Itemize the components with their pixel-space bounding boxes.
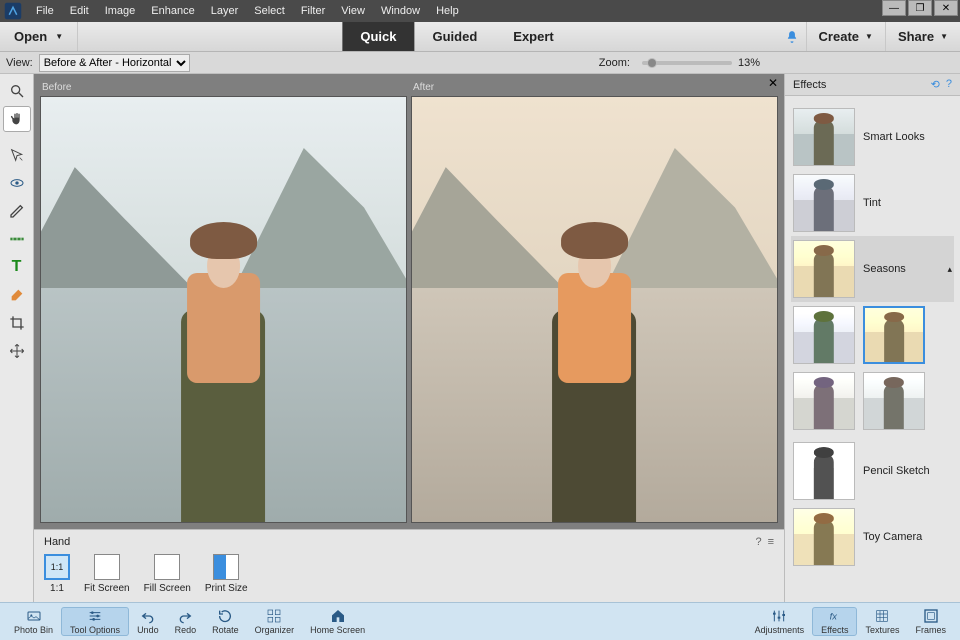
view-mode-select[interactable]: Before & After - Horizontal [39, 54, 190, 72]
fx-smart-looks[interactable]: Smart Looks [791, 104, 954, 170]
window-maximize-button[interactable]: ❐ [908, 0, 932, 16]
bb-photo-bin[interactable]: Photo Bin [6, 608, 61, 635]
menu-filter[interactable]: Filter [293, 5, 333, 17]
menu-bar: File Edit Image Enhance Layer Select Fil… [0, 0, 960, 22]
season-variant-1[interactable] [793, 306, 855, 364]
menu-edit[interactable]: Edit [62, 5, 97, 17]
share-label: Share [898, 29, 934, 44]
menu-help[interactable]: Help [428, 5, 467, 17]
menu-layer[interactable]: Layer [203, 5, 247, 17]
tab-guided[interactable]: Guided [415, 22, 496, 51]
bb-adjustments[interactable]: Adjustments [747, 608, 813, 635]
chevron-up-icon: ▴ [947, 264, 952, 275]
zoom-group: Zoom: 13% [599, 57, 760, 69]
opt-fit-screen[interactable]: Fit Screen [84, 554, 130, 594]
spot-heal-tool[interactable] [3, 282, 31, 308]
bb-textures[interactable]: Textures [857, 608, 907, 635]
fx-pencil-sketch[interactable]: Pencil Sketch [791, 438, 954, 504]
menu-select[interactable]: Select [246, 5, 293, 17]
main-area: T ✕ Before After [0, 74, 960, 602]
window-controls: — ❐ ✕ [882, 0, 958, 16]
bb-effects[interactable]: fxEffects [812, 607, 857, 636]
zoom-slider[interactable] [642, 61, 732, 65]
tab-quick[interactable]: Quick [342, 22, 414, 51]
effects-title: Effects [793, 79, 826, 91]
svg-text:fx: fx [829, 611, 837, 621]
opt-print-size[interactable]: Print Size [205, 554, 248, 594]
open-button[interactable]: Open ▼ [0, 22, 78, 51]
after-panel: After [411, 80, 778, 523]
fx-tint[interactable]: Tint [791, 170, 954, 236]
panel-menu-icon[interactable]: ≡ [768, 536, 774, 548]
help-icon[interactable]: ? [946, 78, 952, 91]
window-minimize-button[interactable]: — [882, 0, 906, 16]
bottom-bar: Photo Bin Tool Options Undo Redo Rotate … [0, 602, 960, 640]
quick-select-tool[interactable] [3, 142, 31, 168]
tool-options-panel: Hand ? ≡ 1:11:1 Fit Screen Fill Screen P… [34, 529, 784, 602]
zoom-label: Zoom: [599, 57, 630, 69]
crop-tool[interactable] [3, 310, 31, 336]
eye-tool[interactable] [3, 170, 31, 196]
bb-undo[interactable]: Undo [129, 608, 167, 635]
app-toolbar: Open ▼ Quick Guided Expert Create ▼ Shar… [0, 22, 960, 52]
fx-seasons-variants [791, 302, 954, 438]
right-actions: Create ▼ Share ▼ [778, 22, 960, 51]
open-label: Open [14, 29, 47, 44]
bb-organizer[interactable]: Organizer [247, 608, 303, 635]
bb-rotate[interactable]: Rotate [204, 608, 247, 635]
hand-tool[interactable] [3, 106, 31, 132]
bb-frames[interactable]: Frames [907, 608, 954, 635]
before-after-view: Before After [34, 74, 784, 529]
tool-options-title: Hand [44, 536, 70, 548]
view-zoom-bar: View: Before & After - Horizontal Zoom: … [0, 52, 960, 74]
straighten-tool[interactable] [3, 226, 31, 252]
create-button[interactable]: Create ▼ [806, 22, 885, 51]
opt-one-to-one[interactable]: 1:11:1 [44, 554, 70, 594]
whiten-tool[interactable] [3, 198, 31, 224]
zoom-tool[interactable] [3, 78, 31, 104]
window-close-button[interactable]: ✕ [934, 0, 958, 16]
effects-panel: Effects ⟲ ? Smart Looks Tint Seasons ▴ [784, 74, 960, 602]
help-icon[interactable]: ? [755, 536, 761, 548]
chevron-down-icon: ▼ [940, 32, 948, 41]
fx-seasons[interactable]: Seasons ▴ [791, 236, 954, 302]
opt-fill-screen[interactable]: Fill Screen [144, 554, 191, 594]
season-variant-3[interactable] [793, 372, 855, 430]
create-label: Create [819, 29, 859, 44]
after-image[interactable] [411, 96, 778, 523]
menu-image[interactable]: Image [97, 5, 144, 17]
move-tool[interactable] [3, 338, 31, 364]
season-variant-4[interactable] [863, 372, 925, 430]
menu-enhance[interactable]: Enhance [143, 5, 202, 17]
canvas-area: ✕ Before After [34, 74, 784, 602]
app-logo-icon [4, 2, 22, 20]
zoom-slider-thumb[interactable] [647, 58, 657, 68]
before-panel: Before [40, 80, 407, 523]
reset-icon[interactable]: ⟲ [931, 78, 940, 91]
menu-file[interactable]: File [28, 5, 62, 17]
bb-home-screen[interactable]: Home Screen [302, 608, 373, 635]
share-button[interactable]: Share ▼ [885, 22, 960, 51]
bb-tool-options[interactable]: Tool Options [61, 607, 129, 636]
bb-redo[interactable]: Redo [167, 608, 205, 635]
view-label: View: [6, 57, 33, 69]
chevron-down-icon: ▼ [865, 32, 873, 41]
close-document-icon[interactable]: ✕ [768, 76, 778, 90]
effects-list[interactable]: Smart Looks Tint Seasons ▴ Pencil Sketch [785, 96, 960, 602]
before-label: Before [40, 80, 407, 96]
notifications-icon[interactable] [778, 30, 806, 44]
fx-toy-camera[interactable]: Toy Camera [791, 504, 954, 570]
type-tool[interactable]: T [3, 254, 31, 280]
after-label: After [411, 80, 778, 96]
tool-strip: T [0, 74, 34, 602]
tab-expert[interactable]: Expert [495, 22, 571, 51]
mode-tabs: Quick Guided Expert [342, 22, 571, 51]
menu-window[interactable]: Window [373, 5, 428, 17]
menu-view[interactable]: View [333, 5, 373, 17]
before-image[interactable] [40, 96, 407, 523]
zoom-value: 13% [738, 57, 760, 69]
chevron-down-icon: ▼ [55, 32, 63, 41]
effects-header: Effects ⟲ ? [785, 74, 960, 96]
season-variant-2[interactable] [863, 306, 925, 364]
